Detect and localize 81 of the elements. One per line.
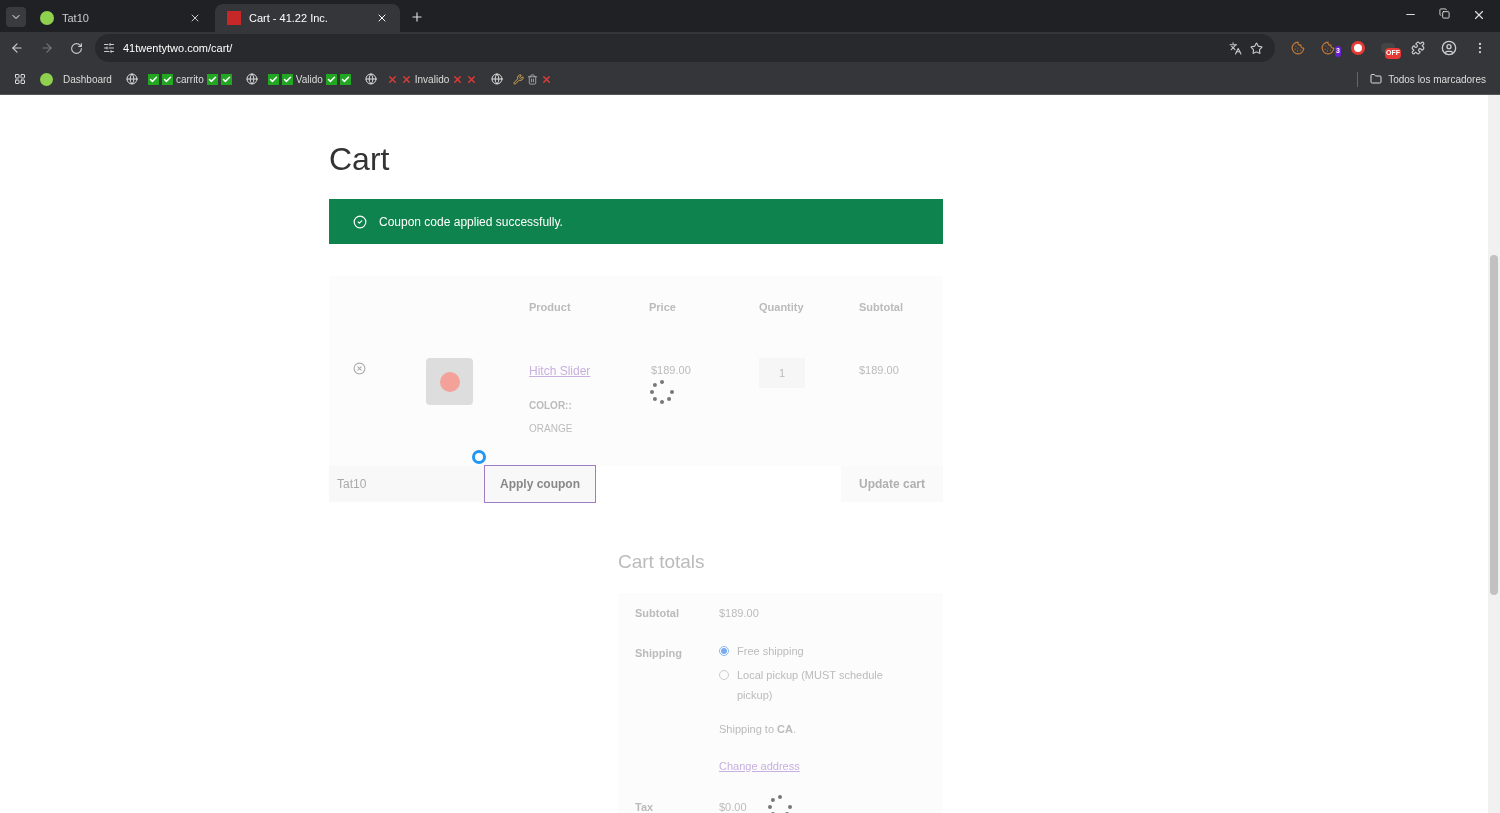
star-icon[interactable] <box>1250 41 1263 55</box>
restore-icon[interactable] <box>1439 8 1450 19</box>
subtotal-value: $189.00 <box>719 605 759 621</box>
site-logo-icon <box>227 11 241 25</box>
cart-totals-title: Cart totals <box>618 550 706 574</box>
trash-icon <box>527 73 539 85</box>
check-icon <box>220 73 232 85</box>
cookie-icon[interactable] <box>1291 41 1305 55</box>
block-sign-icon[interactable] <box>1351 41 1365 55</box>
cross-icon <box>400 73 412 85</box>
column-header: Product <box>529 299 572 315</box>
scrollbar[interactable] <box>1488 95 1500 813</box>
check-icon <box>147 73 159 85</box>
check-icon <box>339 73 351 85</box>
bookmark-label: Invalido <box>414 72 450 87</box>
column-header: Subtotal <box>859 299 904 315</box>
price-text: $189.00 <box>651 363 692 378</box>
globe-icon <box>125 73 138 85</box>
browser-tab[interactable]: Tat10 <box>28 4 213 32</box>
extensions-icon[interactable] <box>1411 41 1425 55</box>
radio-button[interactable] <box>719 646 729 656</box>
translate-icon[interactable] <box>1229 41 1242 55</box>
row-label: Subtotal <box>635 605 680 621</box>
check-icon <box>325 73 337 85</box>
tab-list-button[interactable] <box>6 7 26 27</box>
app-logo-icon <box>40 72 53 86</box>
cross-icon <box>452 73 464 85</box>
apps-icon[interactable] <box>14 73 26 85</box>
bookmark-item[interactable]: carrito <box>125 71 232 87</box>
wrench-icon <box>513 73 525 85</box>
globe-icon <box>364 73 377 85</box>
row-label: Tax <box>635 799 655 813</box>
subtotal-text: $189.00 <box>859 363 900 378</box>
tab-title: Cart - 41.22 Inc. <box>249 10 329 26</box>
column-header: Price <box>649 299 677 315</box>
cross-icon <box>541 73 553 85</box>
url-text: 41twentytwo.com/cart/ <box>123 40 234 56</box>
bookmark-item[interactable]: Valido <box>245 71 351 87</box>
reload-icon[interactable] <box>70 41 83 55</box>
attribute-label: COLOR:: <box>529 399 573 413</box>
site-settings-icon[interactable] <box>103 42 115 54</box>
all-bookmarks-item[interactable]: Todos los marcadores <box>1357 71 1486 87</box>
globe-icon <box>491 73 504 85</box>
check-icon <box>161 73 173 85</box>
new-tab-icon[interactable] <box>410 10 424 24</box>
cookie-icon[interactable] <box>1321 41 1335 55</box>
check-icon <box>206 73 218 85</box>
tab-title: Tat10 <box>62 10 90 26</box>
bookmark-item[interactable]: Dashboard <box>40 71 112 87</box>
check-icon <box>267 73 279 85</box>
column-header: Quantity <box>759 299 805 315</box>
cross-icon <box>466 73 478 85</box>
folder-icon <box>1370 73 1383 85</box>
app-logo-icon <box>40 11 54 25</box>
notice-text: Coupon code applied successfully. <box>379 213 563 231</box>
bookmark-label: Valido <box>295 72 323 87</box>
check-icon <box>281 73 293 85</box>
browser-tab[interactable]: Cart - 41.22 Inc. <box>215 4 400 32</box>
profile-avatar-icon[interactable] <box>1441 40 1457 56</box>
bookmark-item[interactable] <box>491 73 553 85</box>
loading-spinner-icon <box>649 378 675 405</box>
page-title: Cart <box>329 140 391 179</box>
product-photo-placeholder <box>426 358 473 405</box>
focus-ring-icon <box>472 450 486 464</box>
address-bar[interactable]: 41twentytwo.com/cart/ <box>95 34 1275 62</box>
close-icon[interactable] <box>376 12 388 24</box>
check-circle-icon <box>353 214 367 229</box>
loading-spinner-icon <box>766 794 793 813</box>
back-icon[interactable] <box>10 41 24 55</box>
forward-icon[interactable] <box>40 41 54 55</box>
shipping-destination: Shipping to CA. <box>719 722 798 737</box>
close-icon[interactable] <box>1472 8 1486 22</box>
cross-icon <box>386 73 398 85</box>
bookmark-item[interactable]: Invalido <box>364 71 478 87</box>
row-label: Shipping <box>635 646 684 661</box>
bookmark-label: carrito <box>175 72 204 87</box>
bookmark-label: Dashboard <box>63 72 112 87</box>
attribute-value: ORANGE <box>529 422 574 436</box>
globe-icon <box>245 73 258 85</box>
close-icon[interactable] <box>189 12 201 24</box>
tax-value: $0.00 <box>719 799 747 813</box>
